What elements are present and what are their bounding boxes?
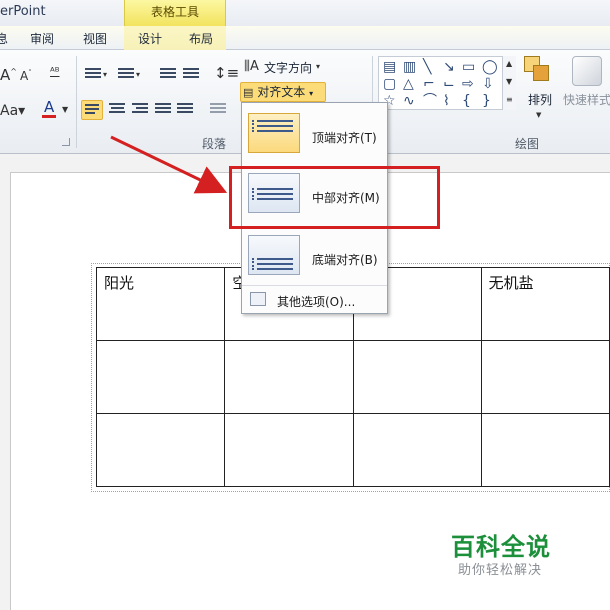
text-direction-button[interactable]: 文字方向: [264, 62, 312, 74]
chevron-down-icon[interactable]: ▾: [316, 63, 320, 71]
decrease-indent-icon[interactable]: [160, 68, 176, 82]
freeform-shape-icon[interactable]: ⌇: [443, 94, 450, 108]
text-direction-icon: ⫼A: [244, 59, 259, 74]
chevron-up-icon[interactable]: ▲: [506, 60, 512, 68]
table-cell[interactable]: [352, 413, 482, 487]
align-bottom-marker: [252, 258, 256, 270]
align-text-icon: ▤: [243, 86, 254, 99]
left-brace-shape-icon[interactable]: {: [462, 94, 471, 108]
font-color-icon[interactable]: A: [42, 100, 57, 118]
tab-review[interactable]: 审阅: [30, 30, 54, 47]
quick-styles-icon[interactable]: [572, 56, 602, 86]
font-dialog-launcher-icon[interactable]: [62, 138, 70, 146]
chevron-down-icon[interactable]: ▾: [103, 71, 107, 79]
align-right-icon[interactable]: [132, 103, 148, 117]
menu-separator: [242, 285, 387, 286]
chevron-down-icon[interactable]: ▼: [536, 112, 541, 119]
clear-format-icon[interactable]: ᴬᴮ: [50, 66, 60, 77]
gallery-more-icon[interactable]: ≡: [506, 96, 513, 104]
textbox-shape-icon[interactable]: ▤: [383, 60, 396, 74]
menu-item-align-top[interactable]: 顶端对齐(T): [243, 109, 387, 161]
align-text-button[interactable]: ▤ 对齐文本 ▾: [240, 82, 326, 102]
line-shape-icon[interactable]: ╲: [423, 60, 431, 74]
elbow-connector-shape-icon[interactable]: ⌐: [423, 77, 435, 91]
table-cell[interactable]: [95, 340, 226, 414]
arrange-button[interactable]: 排列: [528, 94, 552, 106]
tab-view[interactable]: 视图: [83, 30, 107, 47]
arrow-line-shape-icon[interactable]: ↘: [443, 60, 455, 74]
shapes-gallery-scroll[interactable]: ▲ ▼ ≡: [502, 56, 516, 110]
align-text-label: 对齐文本: [257, 85, 306, 99]
chevron-down-icon[interactable]: ▼: [62, 106, 68, 114]
right-arrow-shape-icon[interactable]: ⇨: [462, 77, 474, 91]
menu-item-more-options[interactable]: 其他选项(O)...: [243, 289, 387, 311]
arrange-front-shape: [533, 65, 549, 81]
columns-icon[interactable]: [210, 103, 226, 117]
align-center-icon[interactable]: [109, 103, 125, 117]
down-arrow-shape-icon[interactable]: ⇩: [482, 77, 494, 91]
align-bottom-icon: [248, 235, 300, 275]
numbering-icon[interactable]: [118, 68, 134, 82]
contextual-tab-group: 表格工具: [124, 0, 226, 26]
increase-indent-icon[interactable]: [183, 68, 199, 82]
tab-design[interactable]: 设计: [138, 30, 162, 47]
table-cell[interactable]: [224, 413, 354, 487]
line-spacing-icon[interactable]: ↕≡: [214, 66, 239, 81]
table-cell[interactable]: [480, 340, 610, 414]
title-bar: erPoint 表格工具: [0, 0, 610, 26]
arc-shape-icon[interactable]: ⌒: [423, 94, 437, 108]
quick-styles-button[interactable]: 快速样式: [563, 94, 610, 106]
watermark-title: 百科全说: [451, 533, 551, 561]
table-row: [95, 340, 610, 414]
menu-item-label: 其他选项(O)...: [277, 295, 356, 309]
rounded-rect-shape-icon[interactable]: ▢: [383, 77, 396, 91]
menu-item-label: 顶端对齐(T): [312, 131, 377, 145]
justify-icon[interactable]: [155, 103, 171, 117]
chevron-down-icon[interactable]: ▾: [136, 71, 140, 79]
distributed-icon[interactable]: [177, 103, 193, 117]
ribbon-tab-row: 息 审阅 视图 设计 布局: [0, 26, 610, 50]
shrink-font-icon[interactable]: A˅: [20, 70, 32, 83]
elbow-arrow-shape-icon[interactable]: ⌙: [443, 77, 455, 91]
right-brace-shape-icon[interactable]: }: [482, 94, 491, 108]
bullets-icon[interactable]: [85, 68, 101, 82]
grow-font-icon[interactable]: A^: [0, 68, 17, 83]
change-case-icon[interactable]: Aa▾: [0, 104, 25, 118]
drawing-group-label: 绘图: [515, 137, 540, 151]
table-cell[interactable]: 无机盐: [480, 267, 610, 341]
contextual-group-label: 表格工具: [150, 5, 199, 19]
align-top-icon: [248, 113, 300, 153]
app-title: erPoint: [0, 4, 46, 19]
chevron-down-icon: ▾: [309, 89, 314, 98]
menu-item-align-bottom[interactable]: 底端对齐(B): [243, 229, 387, 281]
oval-shape-icon[interactable]: ◯: [482, 60, 498, 74]
align-top-marker: [252, 120, 256, 132]
table-cell[interactable]: [224, 340, 354, 414]
table-row: [95, 413, 610, 487]
menu-item-label: 底端对齐(B): [312, 253, 378, 267]
paragraph-group-label: 段落: [202, 137, 227, 151]
table-cell[interactable]: [352, 340, 482, 414]
shapes-gallery[interactable]: ▤ ▥ ╲ ↘ ▭ ◯ ▢ △ ⌐ ⌙ ⇨ ⇩ ☆ ∿ ⌒ ⌇ { }: [378, 56, 516, 110]
table-cell[interactable]: [480, 413, 610, 487]
group-divider: [76, 56, 77, 148]
chevron-down-icon[interactable]: ▼: [506, 78, 512, 86]
rectangle-shape-icon[interactable]: ▭: [462, 60, 475, 74]
tab-slideshow-stub[interactable]: 息: [0, 30, 8, 47]
watermark-subtitle: 助你轻松解决: [458, 563, 543, 578]
table-cell[interactable]: [95, 413, 226, 487]
more-options-icon: [250, 292, 266, 306]
triangle-shape-icon[interactable]: △: [403, 77, 414, 91]
highlight-box: [229, 166, 440, 229]
arrange-icon[interactable]: [524, 56, 554, 84]
curve-shape-icon[interactable]: ∿: [403, 94, 415, 108]
tab-layout[interactable]: 布局: [189, 30, 213, 47]
align-left-button[interactable]: [81, 100, 103, 120]
table-cell[interactable]: 阳光: [95, 267, 226, 341]
vertical-textbox-shape-icon[interactable]: ▥: [403, 60, 416, 74]
